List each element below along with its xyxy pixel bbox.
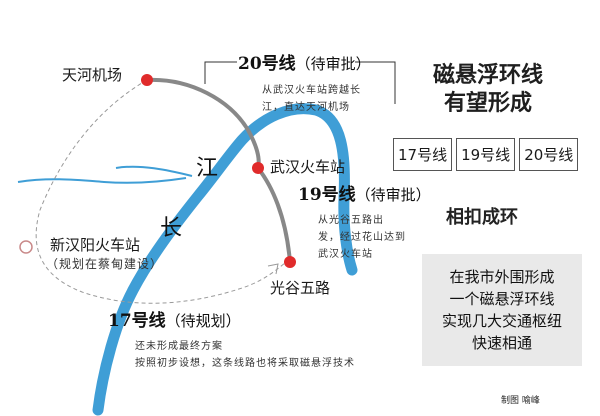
line-20-desc: 从武汉火车站跨越长 江，直达天河机场 bbox=[262, 82, 361, 116]
line-20-route bbox=[145, 77, 261, 170]
station-dot-tianhe bbox=[141, 74, 153, 86]
headline-line-1: 磁悬浮环线 bbox=[432, 63, 543, 88]
line-17-name: 17号线 bbox=[108, 311, 166, 331]
info-box: 在我市外围形成 一个磁悬浮环线 实现几大交通枢纽 快速相通 bbox=[422, 254, 582, 366]
line-20-status: （待审批） bbox=[295, 55, 371, 73]
chip-line-17: 17号线 bbox=[393, 138, 453, 171]
line-chips: 17号线 19号线 20号线 bbox=[393, 138, 582, 171]
station-label-xinhanyang: 新汉阳火车站 bbox=[50, 236, 141, 254]
info-line-2: 一个磁悬浮环线 bbox=[449, 290, 555, 308]
line-19-route bbox=[256, 166, 292, 264]
line-17-desc-1: 还未形成最终方案 bbox=[135, 341, 223, 352]
line-19-name: 19号线 bbox=[298, 185, 356, 205]
line-19-desc-2: 发，经过花山达到 bbox=[318, 232, 406, 243]
station-dot-wuhan bbox=[252, 162, 264, 174]
line-17-desc: 还未形成最终方案 按照初步设想，这条线路也将采取磁悬浮技术 bbox=[135, 338, 355, 372]
line-17-title: 17号线（待规划） bbox=[108, 313, 241, 330]
station-dot-guanggu bbox=[284, 256, 296, 268]
frame-bracket-top bbox=[204, 61, 237, 84]
headline-line-2: 有望形成 bbox=[443, 91, 532, 116]
credit: 制图 喻峰 bbox=[501, 396, 540, 406]
river-label-jiang: 江 bbox=[196, 156, 219, 181]
line-20-title: 20号线（待审批） bbox=[238, 56, 371, 73]
chip-line-20: 20号线 bbox=[519, 138, 579, 171]
line-20-desc-1: 从武汉火车站跨越长 bbox=[262, 85, 361, 96]
info-line-1: 在我市外围形成 bbox=[449, 268, 555, 286]
station-note-xinhanyang: （规划在蔡甸建设） bbox=[46, 257, 164, 271]
info-line-4: 快速相通 bbox=[471, 334, 532, 352]
subhead: 相扣成环 bbox=[446, 207, 518, 228]
station-label-guanggu: 光谷五路 bbox=[270, 279, 331, 297]
line-19-status: （待审批） bbox=[355, 186, 431, 204]
line-19-desc: 从光谷五路出 发，经过花山达到 武汉火车站 bbox=[318, 212, 406, 263]
line-20-name: 20号线 bbox=[238, 54, 296, 74]
han-river bbox=[17, 177, 187, 184]
chip-line-19: 19号线 bbox=[456, 138, 516, 171]
river-label-chang: 长 bbox=[160, 216, 183, 241]
line-17-desc-2: 按照初步设想，这条线路也将采取磁悬浮技术 bbox=[135, 358, 355, 369]
line-19-desc-1: 从光谷五路出 bbox=[318, 215, 384, 226]
info-line-3: 实现几大交通枢纽 bbox=[441, 312, 562, 330]
station-dot-xinhanyang bbox=[19, 240, 33, 254]
line-20-desc-2: 江，直达天河机场 bbox=[262, 102, 350, 113]
han-river-upper bbox=[115, 165, 193, 177]
line-19-title: 19号线（待审批） bbox=[298, 187, 431, 204]
station-label-wuhan: 武汉火车站 bbox=[270, 158, 346, 176]
headline: 磁悬浮环线 有望形成 bbox=[418, 62, 558, 118]
station-label-tianhe: 天河机场 bbox=[62, 66, 123, 84]
line-17-status: （待规划） bbox=[165, 312, 241, 330]
line-19-desc-3: 武汉火车站 bbox=[318, 249, 373, 260]
